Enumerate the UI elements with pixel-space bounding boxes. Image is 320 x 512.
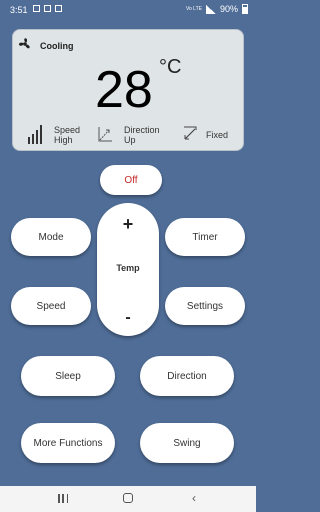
status-time: 3:51 bbox=[10, 5, 28, 15]
sleep-button[interactable]: Sleep bbox=[21, 356, 115, 396]
fan-icon bbox=[18, 38, 30, 49]
temp-label: Temp bbox=[116, 263, 140, 273]
direction-value: Up bbox=[124, 135, 136, 145]
mode-label: Cooling bbox=[40, 41, 74, 51]
direction-button[interactable]: Direction bbox=[140, 356, 234, 396]
speed-readout: Speed High bbox=[54, 125, 80, 145]
fixed-louver-icon bbox=[184, 126, 197, 140]
temp-down-button[interactable]: - bbox=[97, 303, 159, 333]
swing-button[interactable]: Swing bbox=[140, 423, 234, 463]
speed-button[interactable]: Speed bbox=[11, 287, 91, 325]
status-right: Vo LTE 90% bbox=[186, 4, 248, 14]
back-icon[interactable]: ‹ bbox=[192, 491, 196, 505]
more-functions-button[interactable]: More Functions bbox=[21, 423, 115, 463]
temperature-control: + Temp - bbox=[97, 203, 159, 336]
direction-readout: Direction Up bbox=[124, 125, 160, 145]
status-notification-icons bbox=[33, 5, 62, 12]
speed-title: Speed bbox=[54, 125, 81, 135]
direction-title: Direction bbox=[124, 125, 160, 135]
power-off-button[interactable]: Off bbox=[100, 165, 162, 195]
direction-arrows-icon bbox=[98, 127, 112, 142]
ac-display-panel: Cooling 28 °C Speed High Direction Up Fi… bbox=[12, 29, 244, 151]
home-icon[interactable] bbox=[123, 493, 133, 503]
temp-up-button[interactable]: + bbox=[97, 209, 159, 239]
temperature-value: 28 bbox=[95, 61, 153, 119]
system-nav-bar: ‹ bbox=[0, 486, 256, 512]
fixed-label: Fixed bbox=[206, 130, 229, 140]
notification-icon bbox=[55, 5, 62, 12]
signal-icon bbox=[205, 4, 216, 14]
volte-label: Vo LTE bbox=[185, 5, 202, 12]
mode-button[interactable]: Mode bbox=[11, 218, 91, 256]
speed-value: High bbox=[54, 135, 73, 145]
timer-button[interactable]: Timer bbox=[165, 218, 245, 256]
battery-percent: 90% bbox=[219, 4, 238, 14]
recents-icon[interactable] bbox=[58, 494, 68, 503]
gallery-icon bbox=[33, 5, 40, 12]
status-bar: 3:51 Vo LTE 90% bbox=[0, 0, 256, 20]
battery-icon bbox=[242, 4, 248, 14]
temperature-unit: °C bbox=[159, 56, 182, 78]
settings-button[interactable]: Settings bbox=[165, 287, 245, 325]
signal-bars-icon bbox=[28, 125, 42, 144]
image-icon bbox=[44, 5, 51, 12]
